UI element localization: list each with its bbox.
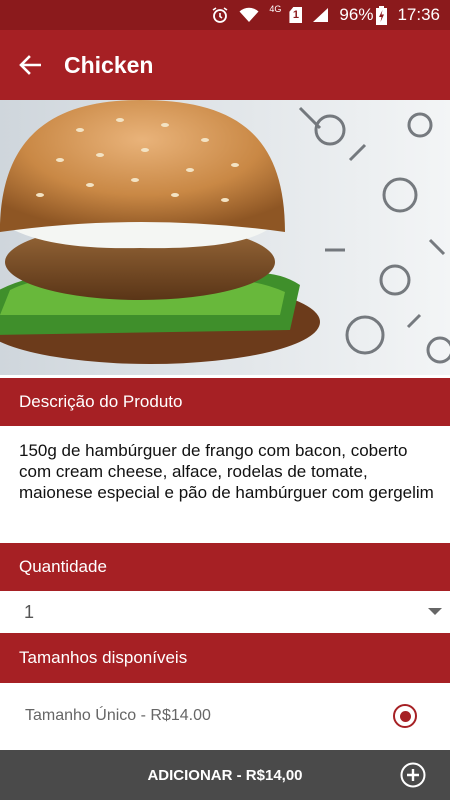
product-description: 150g de hambúrguer de frango com bacon, … xyxy=(19,441,434,502)
sim-icon: 1 xyxy=(289,7,303,23)
quantity-select[interactable]: 1 xyxy=(0,594,450,631)
clock: 17:36 xyxy=(397,5,440,24)
dropdown-arrow-icon xyxy=(428,608,442,615)
add-button-label: ADICIONAR - R$14,00 xyxy=(147,766,303,784)
plus-circle-icon xyxy=(400,762,426,788)
quantity-header: Quantidade xyxy=(0,543,450,591)
arrow-left-icon xyxy=(19,55,41,75)
sizes-header: Tamanhos disponíveis xyxy=(0,633,450,683)
status-bar: 4G 1 96% 17:36 xyxy=(0,0,450,30)
quantity-value: 1 xyxy=(24,602,35,622)
battery-charging-icon xyxy=(376,5,388,25)
back-button[interactable] xyxy=(0,30,60,100)
radio-selected-icon[interactable] xyxy=(393,704,417,728)
signal-icon xyxy=(312,7,329,23)
battery-level: 96% xyxy=(339,5,374,24)
page-title: Chicken xyxy=(64,51,154,78)
wifi-icon xyxy=(239,7,259,23)
product-image xyxy=(0,100,450,375)
description-header: Descrição do Produto xyxy=(0,378,450,426)
network-type: 4G xyxy=(269,4,282,14)
alarm-icon xyxy=(211,6,229,24)
app-bar: Chicken xyxy=(0,30,450,100)
size-option[interactable]: Tamanho Único - R$14.00 xyxy=(0,685,450,747)
add-to-cart-button[interactable]: ADICIONAR - R$14,00 xyxy=(0,750,450,800)
size-option-label: Tamanho Único - R$14.00 xyxy=(25,707,211,724)
